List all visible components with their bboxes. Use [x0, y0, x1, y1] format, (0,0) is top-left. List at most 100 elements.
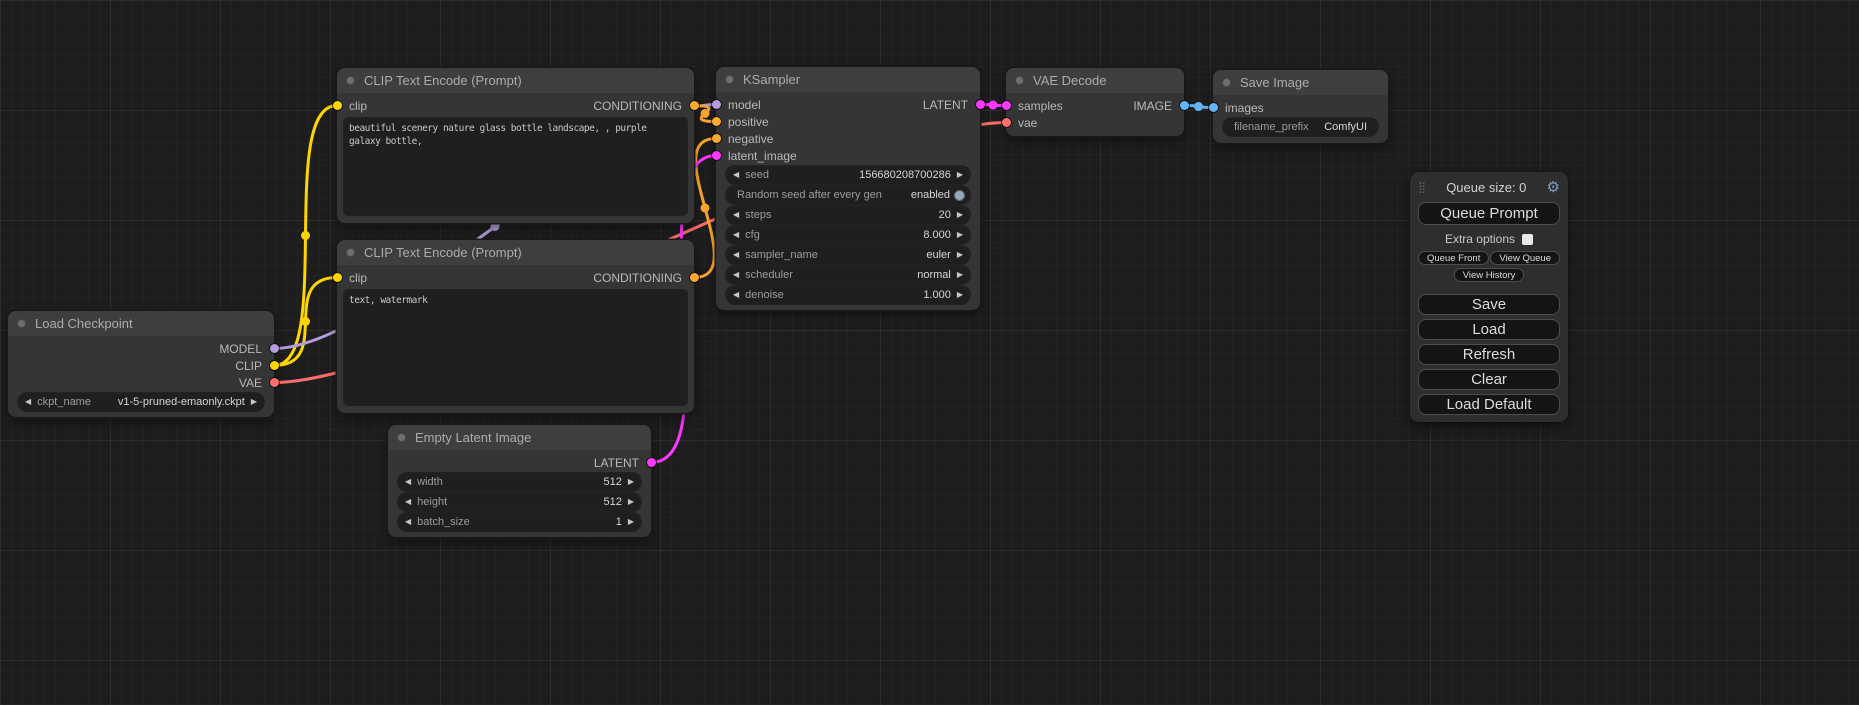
arrow-right-icon[interactable]: ▶ — [957, 271, 963, 279]
widget-value: 512 — [603, 476, 621, 488]
input-slot-clip[interactable] — [333, 273, 342, 282]
arrow-right-icon[interactable]: ▶ — [957, 251, 963, 259]
input-slot-samples[interactable] — [1002, 101, 1011, 110]
widget-denoise[interactable]: ◀ denoise 1.000 ▶ — [726, 286, 970, 304]
widget-scheduler[interactable]: ◀ scheduler normal ▶ — [726, 266, 970, 284]
node-title-bar[interactable]: KSampler — [716, 67, 980, 92]
view-history-button[interactable]: View History — [1454, 268, 1525, 282]
widget-seed[interactable]: ◀ seed 156680208700286 ▶ — [726, 166, 970, 184]
wire-midpoint-dot — [491, 222, 500, 231]
node-graph-canvas[interactable]: Load Checkpoint MODEL CLIP VAE ◀ ckpt_na… — [0, 0, 1859, 705]
collapse-dot[interactable] — [346, 248, 355, 257]
input-slot-images[interactable] — [1209, 103, 1218, 112]
node-save-image[interactable]: Save Image images filename_prefix ComfyU… — [1213, 70, 1388, 143]
arrow-left-icon[interactable]: ◀ — [25, 398, 31, 406]
arrow-right-icon[interactable]: ▶ — [957, 231, 963, 239]
output-slot-latent[interactable] — [647, 458, 656, 467]
widget-value: 8.000 — [923, 229, 951, 241]
input-label-vae: vae — [1018, 116, 1037, 130]
widget-batch-size[interactable]: ◀ batch_size 1 ▶ — [398, 513, 641, 531]
arrow-left-icon[interactable]: ◀ — [733, 271, 739, 279]
toggle-indicator[interactable] — [954, 190, 965, 201]
node-title-bar[interactable]: Save Image — [1213, 70, 1388, 95]
output-slot-vae[interactable] — [270, 378, 279, 387]
widget-value: 156680208700286 — [859, 169, 951, 181]
widget-width[interactable]: ◀ width 512 ▶ — [398, 473, 641, 491]
output-slot-clip[interactable] — [270, 361, 279, 370]
arrow-right-icon[interactable]: ▶ — [628, 518, 634, 526]
output-slot-model[interactable] — [270, 344, 279, 353]
collapse-dot[interactable] — [17, 319, 26, 328]
extra-options-checkbox[interactable] — [1522, 234, 1533, 245]
widget-sampler-name[interactable]: ◀ sampler_name euler ▶ — [726, 246, 970, 264]
collapse-dot[interactable] — [725, 75, 734, 84]
input-slot-model[interactable] — [712, 100, 721, 109]
node-title-bar[interactable]: Empty Latent Image — [388, 425, 651, 450]
load-button[interactable]: Load — [1418, 319, 1560, 340]
input-slot-positive[interactable] — [712, 117, 721, 126]
node-empty-latent-image[interactable]: Empty Latent Image LATENT ◀ width 512 ▶ … — [388, 425, 651, 537]
node-title-bar[interactable]: Load Checkpoint — [8, 311, 274, 336]
node-vae-decode[interactable]: VAE Decode samples IMAGE vae — [1006, 68, 1184, 136]
clear-button[interactable]: Clear — [1418, 369, 1560, 390]
arrow-right-icon[interactable]: ▶ — [628, 478, 634, 486]
arrow-right-icon[interactable]: ▶ — [957, 211, 963, 219]
arrow-left-icon[interactable]: ◀ — [405, 478, 411, 486]
widget-value: 512 — [603, 496, 621, 508]
output-slot-image[interactable] — [1180, 101, 1189, 110]
refresh-button[interactable]: Refresh — [1418, 344, 1560, 365]
input-slot-clip[interactable] — [333, 101, 342, 110]
node-clip-text-encode-positive[interactable]: CLIP Text Encode (Prompt) clip CONDITION… — [337, 68, 694, 223]
collapse-dot[interactable] — [1222, 78, 1231, 87]
queue-front-button[interactable]: Queue Front — [1418, 251, 1489, 265]
slot-row: clip CONDITIONING — [337, 269, 694, 286]
output-slot-conditioning[interactable] — [690, 273, 699, 282]
collapse-dot[interactable] — [397, 433, 406, 442]
arrow-left-icon[interactable]: ◀ — [733, 211, 739, 219]
negative-prompt-textarea[interactable]: text, watermark — [344, 290, 687, 405]
input-slot-negative[interactable] — [712, 134, 721, 143]
node-title-bar[interactable]: CLIP Text Encode (Prompt) — [337, 68, 694, 93]
widget-steps[interactable]: ◀ steps 20 ▶ — [726, 206, 970, 224]
widget-cfg[interactable]: ◀ cfg 8.000 ▶ — [726, 226, 970, 244]
arrow-right-icon[interactable]: ▶ — [957, 291, 963, 299]
widget-random-seed-toggle[interactable]: Random seed after every gen enabled — [726, 186, 970, 204]
arrow-left-icon[interactable]: ◀ — [733, 291, 739, 299]
arrow-left-icon[interactable]: ◀ — [733, 231, 739, 239]
collapse-dot[interactable] — [346, 76, 355, 85]
arrow-left-icon[interactable]: ◀ — [405, 498, 411, 506]
slot-row: negative — [716, 130, 980, 147]
queue-prompt-button[interactable]: Queue Prompt — [1418, 202, 1560, 225]
collapse-dot[interactable] — [1015, 76, 1024, 85]
arrow-left-icon[interactable]: ◀ — [405, 518, 411, 526]
drag-handle-icon[interactable]: ⣿ — [1418, 181, 1426, 194]
output-slot-latent[interactable] — [976, 100, 985, 109]
input-slot-latent-image[interactable] — [712, 151, 721, 160]
node-title-bar[interactable]: VAE Decode — [1006, 68, 1184, 93]
input-label-negative: negative — [728, 132, 773, 146]
positive-prompt-textarea[interactable]: beautiful scenery nature glass bottle la… — [344, 118, 687, 215]
output-label-latent: LATENT — [594, 456, 639, 470]
settings-gear-icon[interactable]: ⚙ — [1547, 180, 1560, 195]
node-clip-text-encode-negative[interactable]: CLIP Text Encode (Prompt) clip CONDITION… — [337, 240, 694, 413]
widget-name: width — [417, 476, 443, 488]
widget-filename-prefix[interactable]: filename_prefix ComfyUI — [1223, 118, 1378, 136]
arrow-left-icon[interactable]: ◀ — [733, 171, 739, 179]
output-slot-conditioning[interactable] — [690, 101, 699, 110]
view-queue-button[interactable]: View Queue — [1490, 251, 1560, 265]
arrow-right-icon[interactable]: ▶ — [628, 498, 634, 506]
node-title-bar[interactable]: CLIP Text Encode (Prompt) — [337, 240, 694, 265]
node-title: CLIP Text Encode (Prompt) — [364, 245, 522, 260]
node-ksampler[interactable]: KSampler model LATENT positive negative … — [716, 67, 980, 310]
widget-ckpt-name[interactable]: ◀ ckpt_name v1-5-pruned-emaonly.ckpt ▶ — [18, 393, 264, 411]
wire-midpoint-dot — [301, 317, 310, 326]
arrow-left-icon[interactable]: ◀ — [733, 251, 739, 259]
arrow-right-icon[interactable]: ▶ — [251, 398, 257, 406]
input-slot-vae[interactable] — [1002, 118, 1011, 127]
node-title: Save Image — [1240, 75, 1309, 90]
widget-height[interactable]: ◀ height 512 ▶ — [398, 493, 641, 511]
node-load-checkpoint[interactable]: Load Checkpoint MODEL CLIP VAE ◀ ckpt_na… — [8, 311, 274, 417]
arrow-right-icon[interactable]: ▶ — [957, 171, 963, 179]
save-button[interactable]: Save — [1418, 294, 1560, 315]
load-default-button[interactable]: Load Default — [1418, 394, 1560, 415]
